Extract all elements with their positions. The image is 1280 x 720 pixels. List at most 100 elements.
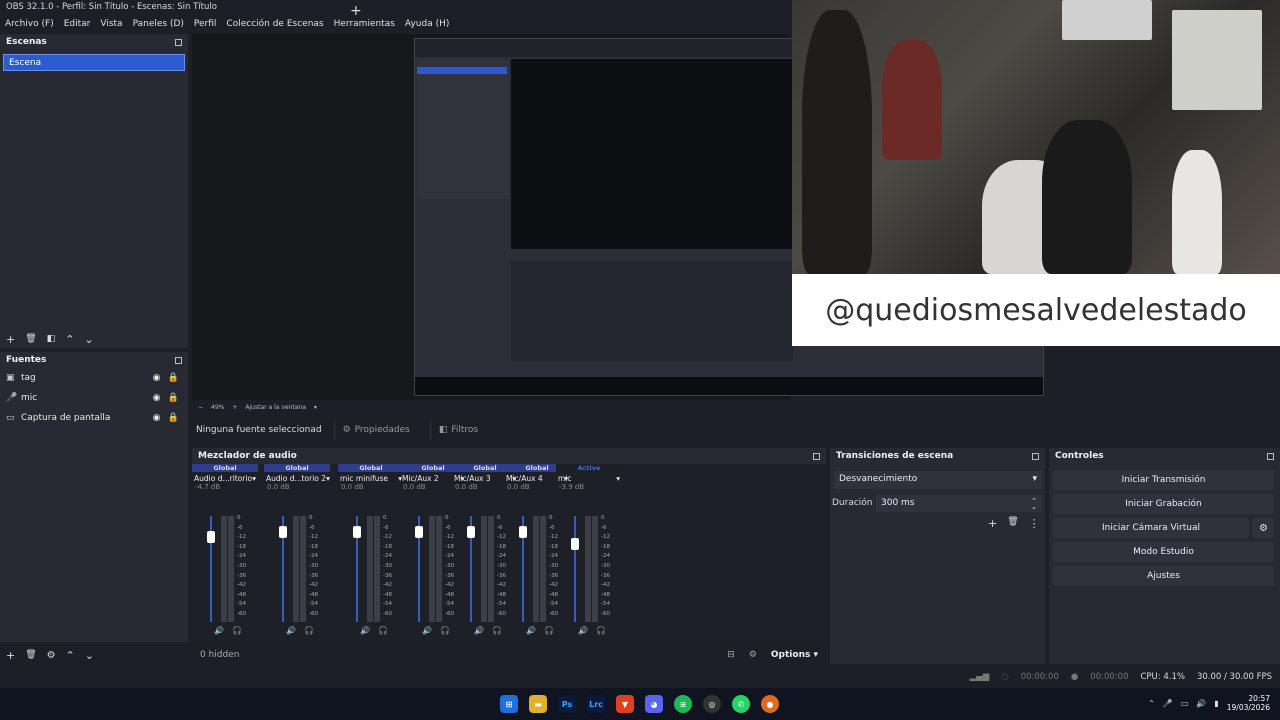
microphone-icon[interactable]: 🎤: [1163, 699, 1173, 708]
volume-slider[interactable]: [574, 516, 576, 622]
duration-input[interactable]: 300 ms ⌃ ⌄: [876, 495, 1042, 512]
volume-slider-handle[interactable]: [415, 526, 423, 538]
add-icon[interactable]: +: [6, 333, 15, 346]
scene-item[interactable]: Escena: [3, 54, 185, 71]
obs-icon[interactable]: ◎: [703, 695, 721, 713]
clock[interactable]: 20:57 19/03/2026: [1227, 694, 1270, 712]
eye-icon[interactable]: ◉: [148, 413, 165, 423]
trash-icon[interactable]: 🗑: [25, 334, 36, 344]
chevron-down-icon[interactable]: ⌄: [85, 649, 94, 662]
speaker-icon[interactable]: 🔊: [422, 626, 432, 635]
settings-button[interactable]: Ajustes: [1053, 566, 1274, 586]
source-item[interactable]: ▭ Captura de pantalla ◉ 🔒: [0, 408, 188, 428]
headphones-icon[interactable]: 🎧: [440, 626, 450, 635]
chevron-down-icon[interactable]: ▾: [252, 474, 256, 483]
headphones-icon[interactable]: 🎧: [596, 626, 606, 635]
chevron-up-icon[interactable]: ⌃: [65, 333, 74, 346]
speaker-icon[interactable]: 🔊: [474, 626, 484, 635]
menu-ayuda[interactable]: Ayuda (H): [405, 19, 449, 29]
chevron-up-icon[interactable]: ⌃: [1148, 699, 1155, 708]
channel-name[interactable]: Audio d...ritorio ▾: [192, 472, 258, 483]
studio-mode-button[interactable]: Modo Estudio: [1053, 542, 1274, 562]
start-streaming-button[interactable]: Iniciar Transmisión: [1053, 470, 1274, 490]
add-icon[interactable]: +: [6, 649, 15, 662]
photoshop-icon[interactable]: Ps: [558, 695, 576, 713]
volume-slider-handle[interactable]: [353, 526, 361, 538]
menu-coleccion-escenas[interactable]: Colección de Escenas: [226, 19, 323, 29]
properties-button[interactable]: ⚙ Propiedades: [333, 420, 418, 440]
chevron-down-icon[interactable]: ⌄: [84, 333, 93, 346]
start-recording-button[interactable]: Iniciar Grabación: [1053, 494, 1274, 514]
filters-button[interactable]: ◧ Filtros: [429, 420, 486, 440]
menu-editar[interactable]: Editar: [64, 19, 91, 29]
headphones-icon[interactable]: 🎧: [492, 626, 502, 635]
lock-icon[interactable]: 🔒: [165, 373, 182, 383]
undock-icon[interactable]: [1267, 452, 1274, 460]
eye-icon[interactable]: ◉: [148, 393, 165, 403]
start-virtual-camera-button[interactable]: Iniciar Cámara Virtual: [1053, 518, 1249, 538]
volume-icon[interactable]: 🔊: [1196, 699, 1206, 708]
network-icon[interactable]: ▭: [1181, 699, 1189, 708]
gear-icon[interactable]: ⚙: [47, 650, 56, 661]
speaker-icon[interactable]: 🔊: [214, 626, 224, 635]
file-explorer-icon[interactable]: ▬: [529, 695, 547, 713]
speaker-icon[interactable]: 🔊: [360, 626, 370, 635]
menu-archivo[interactable]: Archivo (F): [5, 19, 54, 29]
stepper-icon[interactable]: ⌃ ⌄: [1031, 498, 1037, 511]
menu-vista[interactable]: Vista: [100, 19, 122, 29]
speaker-icon[interactable]: 🔊: [286, 626, 296, 635]
volume-slider-handle[interactable]: [207, 531, 215, 543]
speaker-icon[interactable]: 🔊: [578, 626, 588, 635]
chevron-down-icon[interactable]: ▾: [616, 474, 620, 483]
speaker-icon[interactable]: 🔊: [526, 626, 536, 635]
headphones-icon[interactable]: 🎧: [304, 626, 314, 635]
undock-icon[interactable]: [1032, 452, 1039, 460]
discord-icon[interactable]: ◕: [645, 695, 663, 713]
gear-icon[interactable]: ⚙: [749, 650, 757, 660]
menu-paneles[interactable]: Paneles (D): [133, 19, 184, 29]
headphones-icon[interactable]: 🎧: [544, 626, 554, 635]
windows-start-icon[interactable]: ⊞: [500, 695, 518, 713]
source-item[interactable]: ▣ tag ◉ 🔒: [0, 368, 188, 388]
trash-icon[interactable]: 🗑: [25, 650, 36, 660]
channel-name[interactable]: mic ▾: [556, 472, 622, 483]
filter-icon[interactable]: ◧: [47, 334, 56, 344]
options-button[interactable]: Options ▾: [771, 650, 818, 660]
menu-herramientas[interactable]: Herramientas: [334, 19, 395, 29]
chevron-down-icon[interactable]: ▾: [314, 404, 317, 411]
volume-slider-handle[interactable]: [467, 526, 475, 538]
battery-icon[interactable]: ▮: [1214, 699, 1218, 708]
chevron-down-icon[interactable]: ▾: [326, 474, 330, 483]
fit-window-label[interactable]: Ajustar a la ventana: [245, 404, 306, 411]
channel-name[interactable]: Audio d...torio 2 ▾: [264, 472, 330, 483]
headphones-icon[interactable]: 🎧: [232, 626, 242, 635]
add-icon[interactable]: +: [988, 517, 997, 530]
layout-icon[interactable]: ⊟: [727, 650, 735, 660]
channel-name[interactable]: mic minifuse ▾: [338, 472, 404, 483]
lightroom-icon[interactable]: Lrc: [587, 695, 605, 713]
whatsapp-icon[interactable]: ✆: [732, 695, 750, 713]
lock-icon[interactable]: 🔒: [165, 393, 182, 403]
volume-slider-handle[interactable]: [519, 526, 527, 538]
zoom-out-icon[interactable]: −: [198, 404, 203, 411]
chevron-up-icon[interactable]: ⌃: [66, 649, 75, 662]
gear-icon[interactable]: ⚙: [1253, 518, 1274, 538]
app-icon[interactable]: ●: [761, 695, 779, 713]
undock-icon[interactable]: [175, 38, 182, 46]
transition-select[interactable]: Desvanecimiento ▾: [834, 471, 1042, 489]
trash-icon[interactable]: 🗑: [1007, 517, 1018, 530]
undock-icon[interactable]: [813, 452, 820, 460]
source-item[interactable]: 🎤 mic ◉ 🔒: [0, 388, 188, 408]
volume-slider-handle[interactable]: [279, 526, 287, 538]
menu-perfil[interactable]: Perfil: [194, 19, 217, 29]
brave-browser-icon[interactable]: ▼: [616, 695, 634, 713]
headphones-icon[interactable]: 🎧: [378, 626, 388, 635]
zoom-in-icon[interactable]: +: [232, 404, 237, 411]
spotify-icon[interactable]: ≋: [674, 695, 692, 713]
more-icon[interactable]: ⋮: [1029, 517, 1040, 530]
eye-icon[interactable]: ◉: [148, 373, 165, 383]
scale-tick: -36: [237, 572, 246, 579]
undock-icon[interactable]: [175, 356, 182, 364]
lock-icon[interactable]: 🔒: [165, 413, 182, 423]
volume-slider-handle[interactable]: [571, 538, 579, 550]
